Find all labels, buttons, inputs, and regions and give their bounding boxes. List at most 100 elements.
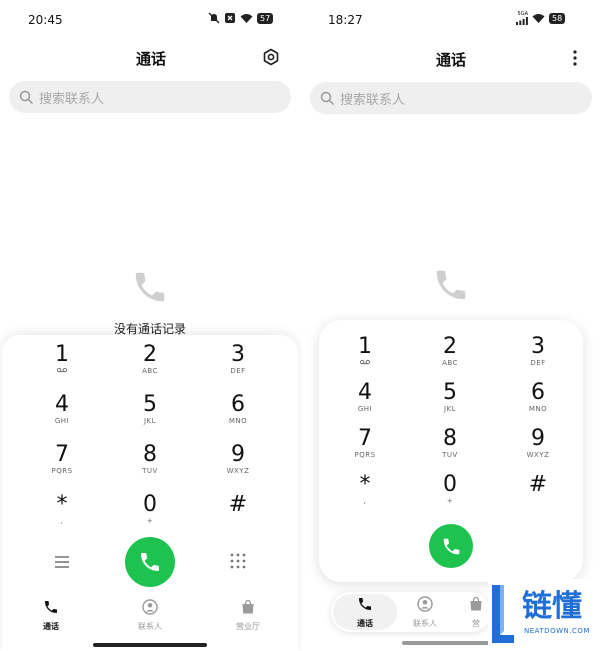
voicemail-icon	[57, 367, 67, 373]
watermark-l-mark	[492, 585, 514, 643]
dialpad-key-9[interactable]: 9 WXYZ	[506, 427, 570, 473]
key-digit: 3	[531, 334, 545, 359]
dialpad-key-1[interactable]: 1	[333, 335, 397, 381]
dialpad-key-0[interactable]: 0 +	[118, 493, 182, 539]
search-input[interactable]: 搜索联系人	[310, 82, 592, 114]
key-letters: ABC	[442, 359, 458, 367]
search-placeholder: 搜索联系人	[340, 92, 406, 108]
watermark-logo: 链懂 NEATDOWN.COM	[488, 579, 600, 651]
wifi-icon	[532, 14, 545, 23]
phone-icon	[45, 601, 57, 613]
cellular-signal: 5GA	[516, 12, 528, 25]
dialpad-key-6[interactable]: 6 MNO	[506, 381, 570, 427]
key-digit: 5	[143, 392, 157, 417]
home-indicator	[402, 641, 502, 645]
phone-icon	[141, 553, 159, 571]
key-digit: 1	[358, 334, 372, 359]
key-digit: 6	[531, 380, 545, 405]
dialpad-toggle-icon[interactable]	[230, 553, 246, 569]
dialpad-key-3[interactable]: 3 DEF	[506, 335, 570, 381]
dialpad-key-6[interactable]: 6 MNO	[206, 393, 270, 439]
more-options-icon[interactable]	[572, 50, 578, 66]
mute-icon	[208, 12, 220, 24]
key-digit: 5	[443, 380, 457, 405]
call-button[interactable]	[429, 524, 473, 568]
nav-item-0[interactable]: 通话	[335, 596, 395, 629]
page-title: 通话	[135, 50, 166, 68]
dialpad-key-hash[interactable]: #	[506, 473, 570, 519]
dialpad-key-2[interactable]: 2 ABC	[418, 335, 482, 381]
phone-icon	[443, 538, 459, 554]
key-digit: 7	[55, 442, 69, 467]
nav-item-label: 联系人	[138, 622, 162, 631]
key-letters: ABC	[142, 367, 158, 375]
dialpad-key-9[interactable]: 9 WXYZ	[206, 443, 270, 489]
nav-item-1[interactable]: 联系人	[120, 599, 180, 632]
menu-icon[interactable]	[54, 555, 70, 569]
dialpad-key-4[interactable]: 4 GHI	[333, 381, 397, 427]
no-sim-icon	[225, 13, 235, 23]
dialpad-key-3[interactable]: 3 DEF	[206, 343, 270, 389]
key-letters: GHI	[54, 417, 70, 425]
status-time: 18:27	[328, 13, 363, 27]
key-digit: #	[528, 472, 548, 497]
dialpad-key-8[interactable]: 8 TUV	[418, 427, 482, 473]
key-digit: 4	[55, 392, 69, 417]
key-letters: WXYZ	[226, 467, 250, 475]
status-icons: 5GA 58	[516, 12, 566, 25]
dialpad-key-7[interactable]: 7 PQRS	[30, 443, 94, 489]
search-input[interactable]: 搜索联系人	[9, 81, 291, 113]
dialpad-key-5[interactable]: 5 JKL	[118, 393, 182, 439]
nav-item-label: 通话	[43, 622, 59, 631]
key-letters: ,	[363, 497, 367, 505]
dialpad-key-7[interactable]: 7 PQRS	[333, 427, 397, 473]
battery-badge: 57	[257, 12, 274, 24]
dialpad-key-5[interactable]: 5 JKL	[418, 381, 482, 427]
key-letters: PQRS	[51, 467, 73, 475]
key-digit: 8	[143, 442, 157, 467]
empty-phone-icon	[135, 272, 165, 302]
nav-item-label: 营业厅	[236, 622, 260, 631]
status-icons: 57	[208, 12, 274, 24]
dialpad-key-star[interactable]: *,	[333, 473, 397, 519]
key-letters	[30, 367, 94, 376]
dialpad-key-8[interactable]: 8 TUV	[118, 443, 182, 489]
key-letters: +	[146, 517, 154, 525]
key-digit: #	[228, 492, 248, 517]
key-digit: 4	[358, 380, 372, 405]
key-digit: 0	[443, 472, 457, 497]
dialpad-key-2[interactable]: 2 ABC	[118, 343, 182, 389]
battery-badge: 58	[549, 13, 566, 24]
key-digit: 9	[531, 426, 545, 451]
dialpad-key-4[interactable]: 4 GHI	[30, 393, 94, 439]
page-title: 通话	[435, 51, 466, 69]
nav-item-label: 通话	[357, 619, 373, 628]
call-button[interactable]	[125, 537, 175, 587]
key-letters: JKL	[143, 417, 157, 425]
nav-item-0[interactable]: 通话	[21, 599, 81, 632]
dialpad-key-1[interactable]: 1	[30, 343, 94, 389]
left-phone-screen: 20:45 57 通话 搜索联系人 没有通话记录 1 2 ABC 3 DEF 4 GHI 5 J…	[0, 0, 302, 651]
key-letters: DEF	[230, 367, 246, 375]
dialpad-key-0[interactable]: 0 +	[418, 473, 482, 519]
key-digit: 2	[143, 342, 157, 367]
phone-icon	[359, 598, 371, 610]
key-letters: DEF	[530, 359, 546, 367]
dialpad-key-hash[interactable]: #	[206, 493, 270, 539]
key-letters: GHI	[357, 405, 373, 413]
wifi-icon	[240, 13, 253, 23]
key-digit: *	[56, 492, 68, 517]
key-letters: PQRS	[354, 451, 376, 459]
key-letters	[333, 359, 397, 368]
key-letters: WXYZ	[526, 451, 550, 459]
dialpad-key-star[interactable]: *,	[30, 493, 94, 539]
key-digit: 3	[231, 342, 245, 367]
bag-icon	[242, 599, 254, 614]
status-time: 20:45	[28, 13, 63, 27]
key-digit: 1	[55, 342, 69, 367]
settings-icon[interactable]	[262, 48, 280, 66]
contact-icon	[417, 596, 433, 612]
nav-item-2[interactable]: 营业厅	[218, 599, 278, 632]
key-digit: 8	[443, 426, 457, 451]
right-phone-screen: 18:27 5GA 58 通话 搜索联系人 1 2 ABC 3 DEF 4 GHI 5 JKL 6…	[302, 0, 600, 651]
